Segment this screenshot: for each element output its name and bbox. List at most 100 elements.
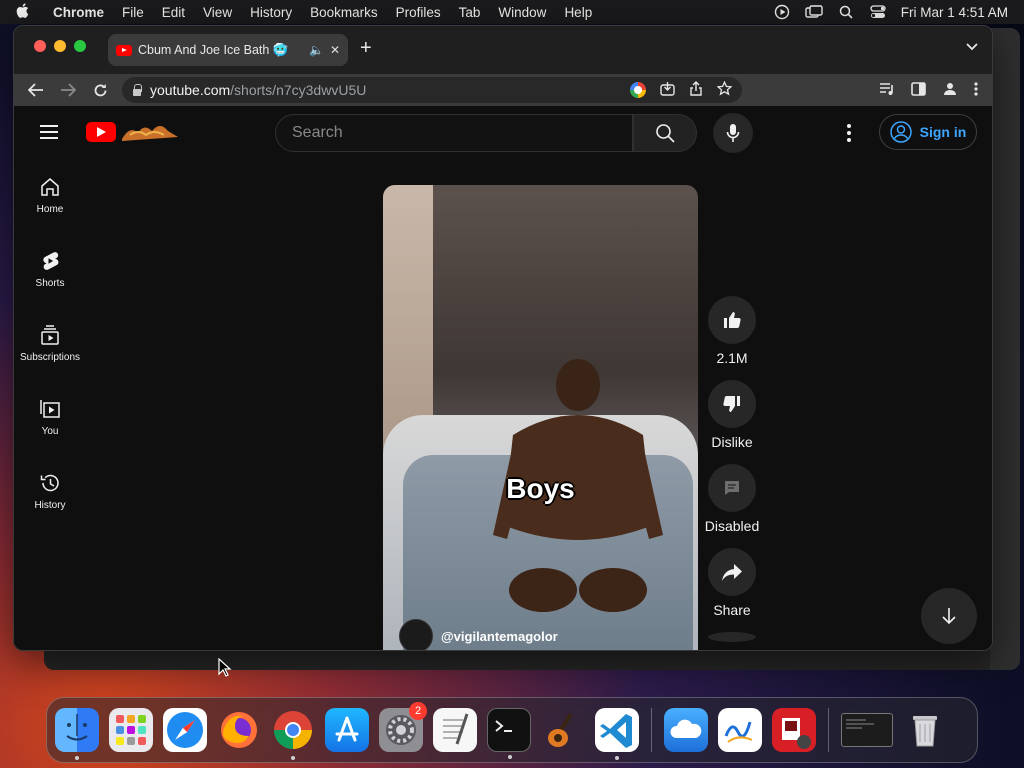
menu-help[interactable]: Help — [555, 5, 601, 20]
sign-in-button[interactable]: Sign in — [879, 114, 977, 150]
safari-icon[interactable] — [163, 708, 207, 752]
profile-icon[interactable] — [942, 81, 958, 100]
youtube-favicon-icon — [116, 44, 132, 56]
close-window-button[interactable] — [34, 40, 46, 52]
apple-menu-icon[interactable] — [0, 3, 44, 21]
share-button[interactable] — [708, 548, 756, 596]
textedit-icon[interactable] — [433, 708, 477, 752]
menu-bookmarks[interactable]: Bookmarks — [301, 5, 387, 20]
menu-file[interactable]: File — [113, 5, 153, 20]
install-app-icon[interactable] — [660, 81, 675, 99]
address-bar[interactable]: youtube.com/shorts/n7cy3dwvU5U — [122, 77, 742, 103]
nav-subscriptions-label: Subscriptions — [19, 351, 81, 363]
dislike-label: Dislike — [711, 434, 753, 450]
terminal-icon[interactable] — [487, 708, 531, 759]
shorts-video-player[interactable]: Boys @vigilantemagolor — [383, 185, 698, 650]
search-button[interactable] — [633, 114, 697, 152]
like-button[interactable] — [708, 296, 756, 344]
tab-audio-icon[interactable]: 🔈 — [309, 43, 324, 57]
youtube-mini-guide: Home Shorts Subscriptions You History — [14, 158, 86, 528]
minimize-window-button[interactable] — [54, 40, 66, 52]
guide-menu-icon[interactable] — [40, 125, 58, 139]
lock-icon[interactable] — [132, 84, 142, 96]
arrow-down-icon — [942, 608, 956, 625]
nav-shorts[interactable]: Shorts — [14, 232, 86, 306]
comments-label: Disabled — [704, 518, 760, 534]
home-icon — [41, 177, 59, 196]
subscriptions-icon — [41, 324, 59, 345]
control-center-icon[interactable] — [869, 5, 887, 19]
chrome-icon[interactable] — [271, 708, 315, 760]
dock-separator-2 — [828, 708, 829, 752]
photo-booth-icon[interactable] — [772, 708, 816, 752]
history-icon — [40, 474, 59, 491]
menubar-clock[interactable]: Fri Mar 1 4:51 AM — [901, 5, 1008, 20]
menu-profiles[interactable]: Profiles — [387, 5, 450, 20]
share-page-icon[interactable] — [689, 81, 703, 99]
nav-you[interactable]: You — [14, 380, 86, 454]
next-video-button[interactable] — [921, 588, 977, 644]
play-status-icon[interactable] — [773, 4, 791, 20]
tab-close-icon[interactable]: ✕ — [330, 43, 340, 57]
like-action: 2.1M — [704, 296, 760, 366]
reload-button[interactable] — [86, 76, 114, 104]
launchpad-icon[interactable] — [109, 708, 153, 752]
menu-view[interactable]: View — [194, 5, 241, 20]
new-tab-button[interactable]: + — [360, 38, 372, 58]
nav-history[interactable]: History — [14, 454, 86, 528]
tab-search-chevron-icon[interactable] — [966, 40, 978, 54]
forward-button[interactable] — [54, 76, 82, 104]
spotlight-search-icon[interactable] — [837, 5, 855, 19]
zoom-window-button[interactable] — [74, 40, 86, 52]
mouse-cursor-icon — [218, 658, 232, 677]
dislike-action: Dislike — [704, 380, 760, 450]
like-count: 2.1M — [716, 350, 748, 366]
youtube-logo-icon[interactable] — [86, 122, 116, 142]
settings-kebab-icon[interactable] — [847, 124, 851, 142]
menu-history[interactable]: History — [241, 5, 301, 20]
youtube-doodle-icon[interactable] — [120, 121, 180, 143]
url-path: /shorts/n7cy3dwvU5U — [230, 82, 367, 98]
tab-active[interactable]: Cbum And Joe Ice Bath 🥶 🔈 ✕ — [108, 34, 348, 66]
nav-shorts-label: Shorts — [35, 277, 65, 289]
bookmark-star-icon[interactable] — [716, 80, 733, 99]
freeform-icon[interactable] — [718, 708, 762, 752]
remix-button[interactable] — [708, 632, 756, 642]
nav-subscriptions[interactable]: Subscriptions — [14, 306, 86, 380]
menu-tab[interactable]: Tab — [450, 5, 490, 20]
app-store-icon[interactable] — [325, 708, 369, 752]
dislike-button[interactable] — [708, 380, 756, 428]
media-queue-icon[interactable] — [879, 82, 895, 99]
comments-action: Disabled — [704, 464, 760, 534]
chrome-menu-icon[interactable] — [974, 81, 978, 99]
channel-avatar[interactable] — [399, 619, 433, 650]
nav-you-label: You — [41, 425, 59, 437]
firefox-icon[interactable] — [217, 708, 261, 752]
system-settings-icon[interactable]: 2 — [379, 702, 427, 752]
trash-icon[interactable] — [903, 708, 947, 752]
vscode-icon[interactable] — [595, 708, 639, 760]
screens-icon[interactable] — [805, 5, 823, 19]
comments-button[interactable] — [708, 464, 756, 512]
google-lens-icon[interactable] — [630, 82, 646, 98]
search-icon — [656, 124, 675, 143]
menu-window[interactable]: Window — [489, 5, 555, 20]
share-action: Share — [704, 548, 760, 618]
nav-home-label: Home — [36, 203, 64, 215]
window-controls — [14, 26, 86, 52]
back-button[interactable] — [22, 76, 50, 104]
voice-search-button[interactable] — [713, 113, 753, 153]
nav-home[interactable]: Home — [14, 158, 86, 232]
window-thumbnail-icon[interactable] — [841, 713, 893, 747]
icloud-icon[interactable] — [664, 708, 708, 752]
menu-app-name[interactable]: Chrome — [44, 5, 113, 20]
garageband-icon[interactable] — [541, 708, 585, 752]
shorts-actions: 2.1M Dislike Disabled Share — [704, 296, 760, 650]
channel-info[interactable]: @vigilantemagolor — [399, 619, 558, 650]
side-panel-icon[interactable] — [911, 81, 926, 99]
tab-strip: Cbum And Joe Ice Bath 🥶 🔈 ✕ + — [14, 26, 992, 74]
search-input[interactable]: Search — [275, 114, 633, 152]
channel-handle[interactable]: @vigilantemagolor — [441, 629, 558, 644]
menu-edit[interactable]: Edit — [153, 5, 194, 20]
finder-icon[interactable] — [55, 708, 99, 760]
